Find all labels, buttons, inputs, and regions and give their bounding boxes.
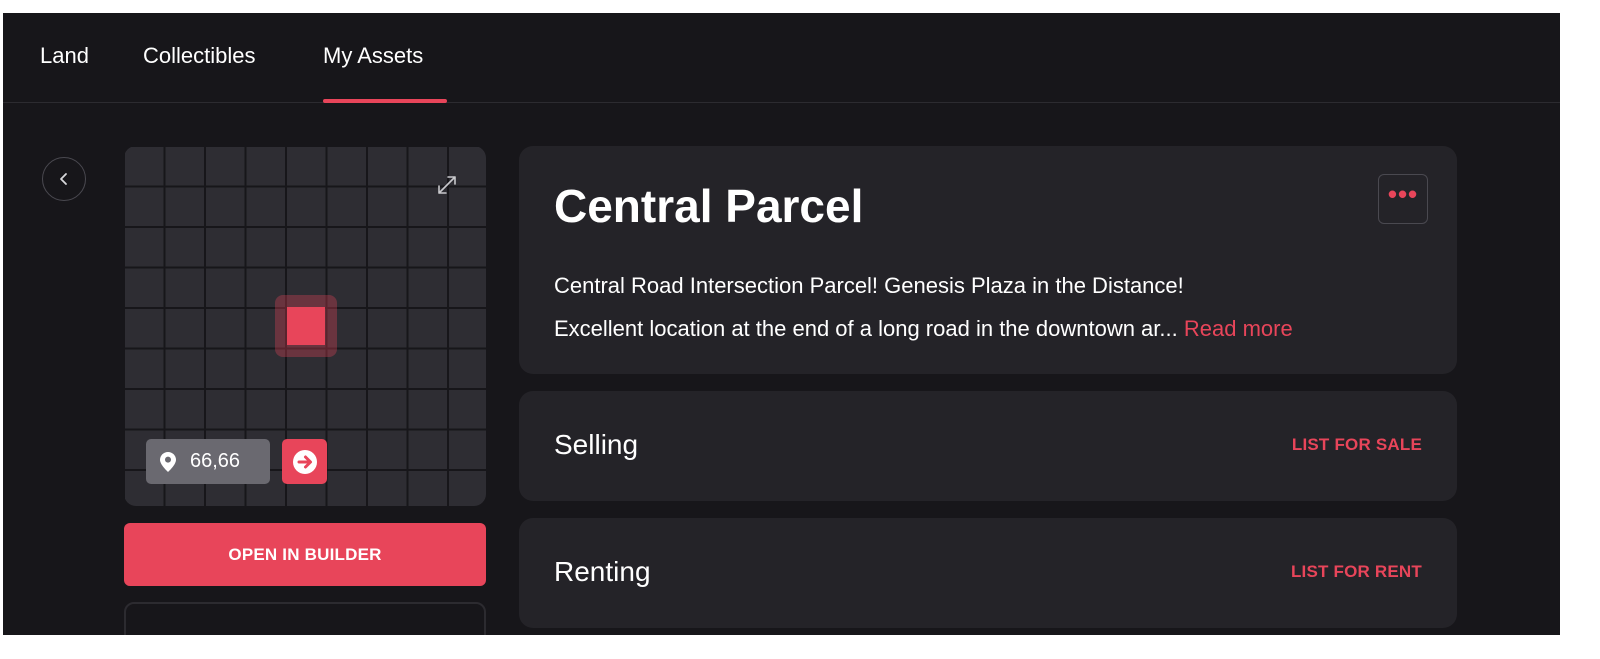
map-tile	[246, 390, 285, 429]
parcel-title: Central Parcel	[554, 180, 864, 232]
back-button[interactable]	[42, 157, 86, 201]
map-tile	[165, 268, 204, 307]
list-for-rent-button[interactable]: LIST FOR RENT	[1291, 562, 1422, 582]
map-tile	[165, 228, 204, 267]
more-options-button[interactable]: •••	[1378, 174, 1428, 224]
expand-icon[interactable]	[436, 174, 458, 196]
tab-land[interactable]: Land	[40, 43, 89, 69]
map-tile	[125, 268, 164, 307]
map-tile	[125, 309, 164, 348]
map-tile	[165, 309, 204, 348]
map-tile	[449, 430, 486, 469]
map-tile	[408, 349, 447, 388]
map-tile	[368, 187, 407, 226]
selling-card: Selling LIST FOR SALE	[519, 391, 1457, 501]
map-tile	[206, 228, 245, 267]
map-tile	[408, 268, 447, 307]
selected-parcel[interactable]	[287, 307, 325, 345]
map-tile	[246, 147, 285, 186]
map-pin-icon	[160, 451, 176, 472]
map-tile	[449, 349, 486, 388]
map-tile	[125, 228, 164, 267]
map-tile	[165, 349, 204, 388]
map-tile	[206, 187, 245, 226]
map-tile	[287, 228, 326, 267]
open-in-builder-button[interactable]: OPEN IN BUILDER	[124, 523, 486, 586]
map-tile	[287, 187, 326, 226]
map-tile	[287, 390, 326, 429]
map-tile	[368, 471, 407, 506]
map-tile	[368, 228, 407, 267]
map-tile	[368, 349, 407, 388]
map-tile	[408, 309, 447, 348]
map-tile	[449, 228, 486, 267]
map-tile	[449, 390, 486, 429]
secondary-card	[124, 602, 486, 635]
map-tile	[327, 147, 366, 186]
map-tile	[408, 390, 447, 429]
map-tile	[408, 228, 447, 267]
app-window: Land Collectibles My Assets 66,66 OPEN I…	[3, 13, 1560, 635]
active-tab-indicator	[323, 99, 447, 103]
map-tile	[206, 147, 245, 186]
tab-collectibles[interactable]: Collectibles	[143, 43, 256, 69]
read-more-link[interactable]: Read more	[1184, 316, 1293, 341]
map-tile	[368, 309, 407, 348]
map-tile	[449, 309, 486, 348]
map-tile	[125, 349, 164, 388]
map-tile	[246, 228, 285, 267]
map-tile	[368, 147, 407, 186]
map-tile	[287, 147, 326, 186]
description-line-1: Central Road Intersection Parcel! Genesi…	[554, 273, 1184, 298]
map-tile	[165, 187, 204, 226]
renting-card: Renting LIST FOR RENT	[519, 518, 1457, 628]
jump-to-parcel-button[interactable]	[282, 439, 327, 484]
map-tile	[327, 187, 366, 226]
map-tile	[206, 268, 245, 307]
coordinates-badge: 66,66	[146, 439, 270, 484]
map-tile	[206, 349, 245, 388]
parcel-map[interactable]: 66,66	[124, 146, 486, 506]
map-tile	[327, 430, 366, 469]
list-for-sale-button[interactable]: LIST FOR SALE	[1292, 435, 1422, 455]
map-tile	[327, 390, 366, 429]
map-tile	[206, 390, 245, 429]
map-tile	[125, 390, 164, 429]
map-tile	[165, 147, 204, 186]
coordinates-text: 66,66	[190, 450, 241, 472]
description-line-2-text: Excellent location at the end of a long …	[554, 316, 1178, 341]
arrow-right-circle-icon	[292, 449, 317, 474]
map-tile	[206, 309, 245, 348]
tab-my-assets[interactable]: My Assets	[323, 43, 423, 69]
map-tile	[449, 268, 486, 307]
renting-label: Renting	[554, 556, 651, 587]
description-line-2: Excellent location at the end of a long …	[554, 307, 1434, 350]
map-tile	[327, 228, 366, 267]
map-tile	[125, 187, 164, 226]
parcel-detail-card: Central Parcel ••• Central Road Intersec…	[519, 146, 1457, 374]
more-horizontal-icon: •••	[1387, 179, 1419, 209]
chevron-left-icon	[60, 173, 67, 185]
map-tile	[246, 187, 285, 226]
selling-label: Selling	[554, 429, 639, 460]
map-tile	[368, 430, 407, 469]
top-nav: Land Collectibles My Assets	[3, 13, 1560, 103]
map-tile	[408, 471, 447, 506]
map-tile	[408, 430, 447, 469]
map-tile	[449, 471, 486, 506]
map-tile	[368, 390, 407, 429]
map-tile	[368, 268, 407, 307]
map-tile	[125, 147, 164, 186]
parcel-description: Central Road Intersection Parcel! Genesi…	[554, 264, 1434, 350]
map-tile	[327, 471, 366, 506]
map-tile	[165, 390, 204, 429]
